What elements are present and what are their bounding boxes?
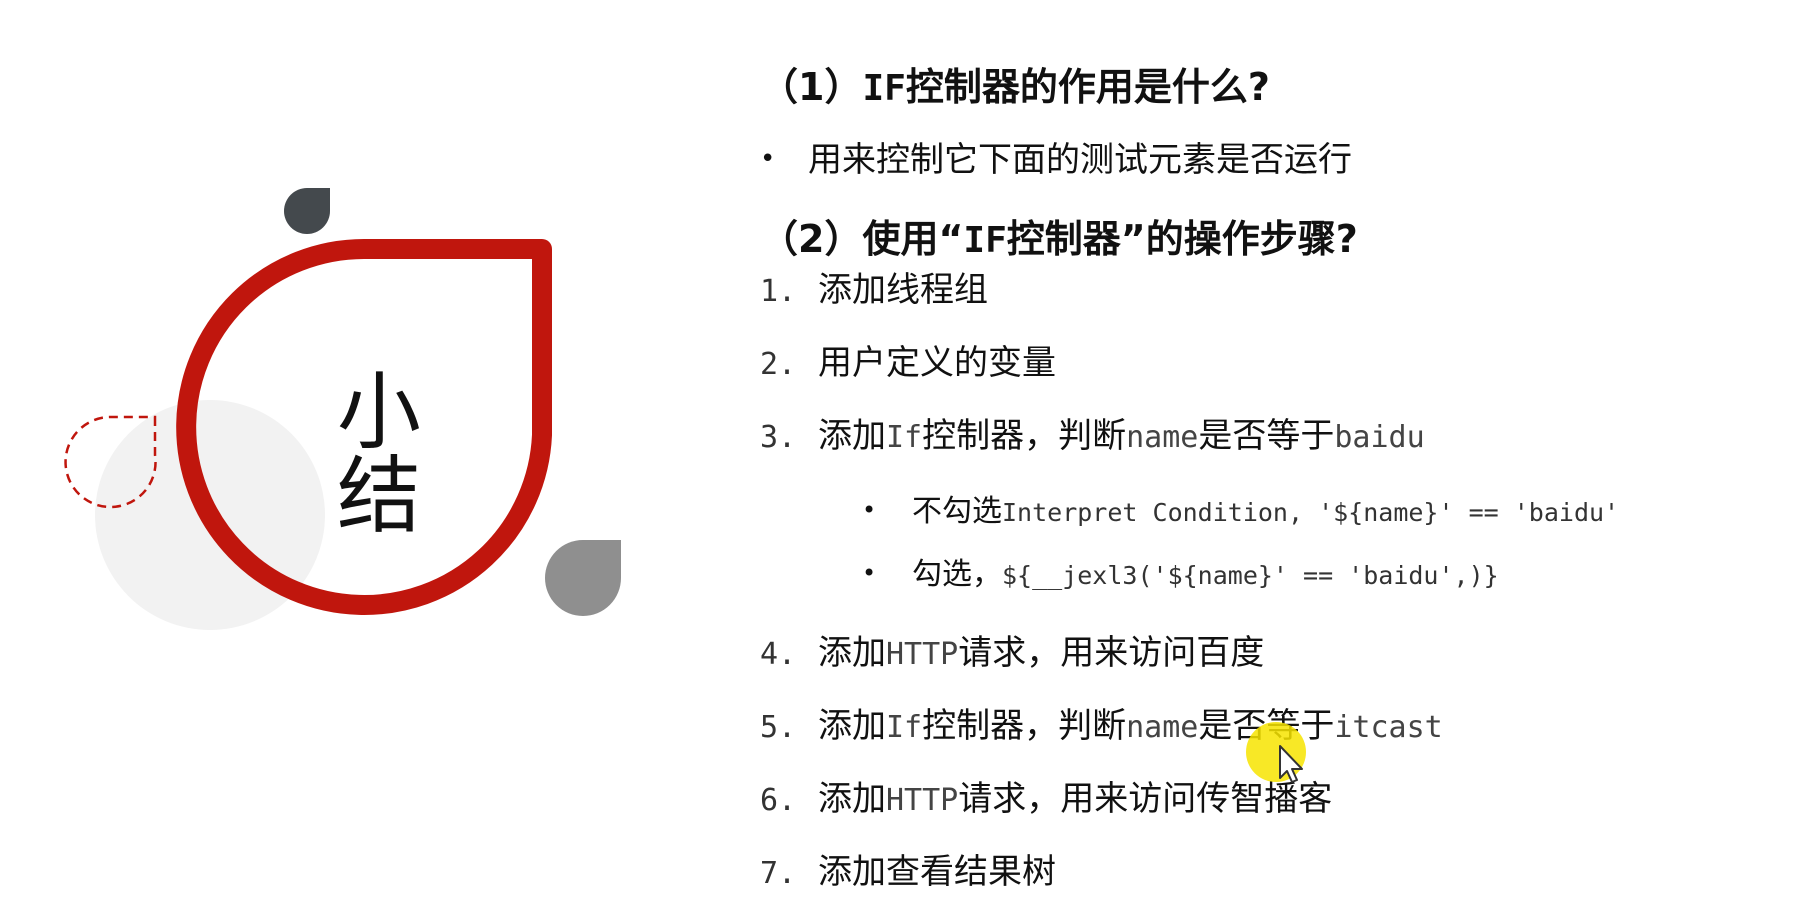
- step-text: 添加: [818, 779, 886, 819]
- question-2-code: IF: [963, 220, 1007, 261]
- sub-item: • 勾选，${__jexl3('${name}' == 'baidu',)}: [862, 560, 1499, 590]
- step-text: 添加: [818, 416, 886, 456]
- step-text: 控制器，判断: [922, 706, 1127, 746]
- step-text: 控制器，判断: [922, 416, 1127, 456]
- question-1-prefix: （1）: [760, 65, 863, 109]
- mouse-pointer-icon: [1246, 722, 1306, 783]
- sub-item-text: 不勾选: [912, 494, 1002, 529]
- step-code: HTTP: [886, 783, 959, 818]
- step-number: 1.: [760, 274, 797, 309]
- step-number: 4.: [760, 637, 797, 672]
- step-text: 添加: [818, 633, 886, 673]
- question-1-code: IF: [862, 68, 906, 109]
- step-number: 7.: [760, 856, 797, 891]
- step-code: name: [1126, 710, 1199, 745]
- sub-item-text: 勾选，: [912, 557, 1002, 592]
- gray-drop: [545, 540, 621, 616]
- question-2-prefix: （2）使用“: [760, 217, 964, 261]
- bullet-dot-icon: •: [862, 496, 877, 524]
- question-1-answer: • 用来控制它下面的测试元素是否运行: [760, 143, 1352, 177]
- step-code: If: [886, 420, 923, 455]
- step-code: itcast: [1334, 710, 1443, 745]
- step-code: name: [1126, 420, 1199, 455]
- sub-item-code: Interpret Condition, '${name}' == 'baidu…: [1002, 498, 1620, 527]
- sub-item: • 不勾选Interpret Condition, '${name}' == 'b…: [862, 497, 1619, 527]
- step-item: 5.添加If控制器，判断name是否等于itcast: [760, 709, 1443, 743]
- step-item: 4. 添加HTTP请求，用来访问百度: [760, 636, 1264, 670]
- step-text: 添加: [818, 706, 886, 746]
- step-number: 2.: [760, 347, 797, 382]
- step-text: 是否等于: [1198, 416, 1335, 456]
- step-number: 6.: [760, 783, 797, 818]
- step-text: 添加线程组: [818, 270, 988, 310]
- step-text: 添加查看结果树: [818, 852, 1056, 892]
- step-item: 3. 添加If控制器，判断name是否等于baidu: [760, 419, 1425, 453]
- bullet-dot-icon: •: [760, 144, 776, 174]
- dark-drop: [284, 188, 330, 234]
- question-1-text: 控制器的作用是什么?: [905, 65, 1270, 109]
- step-number: 3.: [760, 420, 797, 455]
- question-1: （1）IF控制器的作用是什么?: [760, 68, 1270, 107]
- answer-text: 用来控制它下面的测试元素是否运行: [808, 140, 1352, 180]
- bullet-dot-icon: •: [862, 559, 877, 587]
- step-number: 5.: [760, 710, 797, 745]
- step-code: HTTP: [886, 637, 959, 672]
- step-item: 2. 用户定义的变量: [760, 346, 1056, 380]
- step-text: 用户定义的变量: [818, 343, 1056, 383]
- step-text: 请求，用来访问百度: [958, 633, 1265, 673]
- step-item: 1. 添加线程组: [760, 273, 988, 307]
- step-item: 7. 添加查看结果树: [760, 855, 1056, 889]
- question-2: （2）使用“IF控制器”的操作步骤?: [760, 220, 1358, 259]
- slide-title: 小结: [336, 363, 423, 545]
- sub-item-code: ${__jexl3('${name}' == 'baidu',)}: [1002, 561, 1499, 590]
- question-2-text: 控制器”的操作步骤?: [1006, 217, 1358, 261]
- step-code: If: [886, 710, 923, 745]
- step-code: baidu: [1334, 420, 1425, 455]
